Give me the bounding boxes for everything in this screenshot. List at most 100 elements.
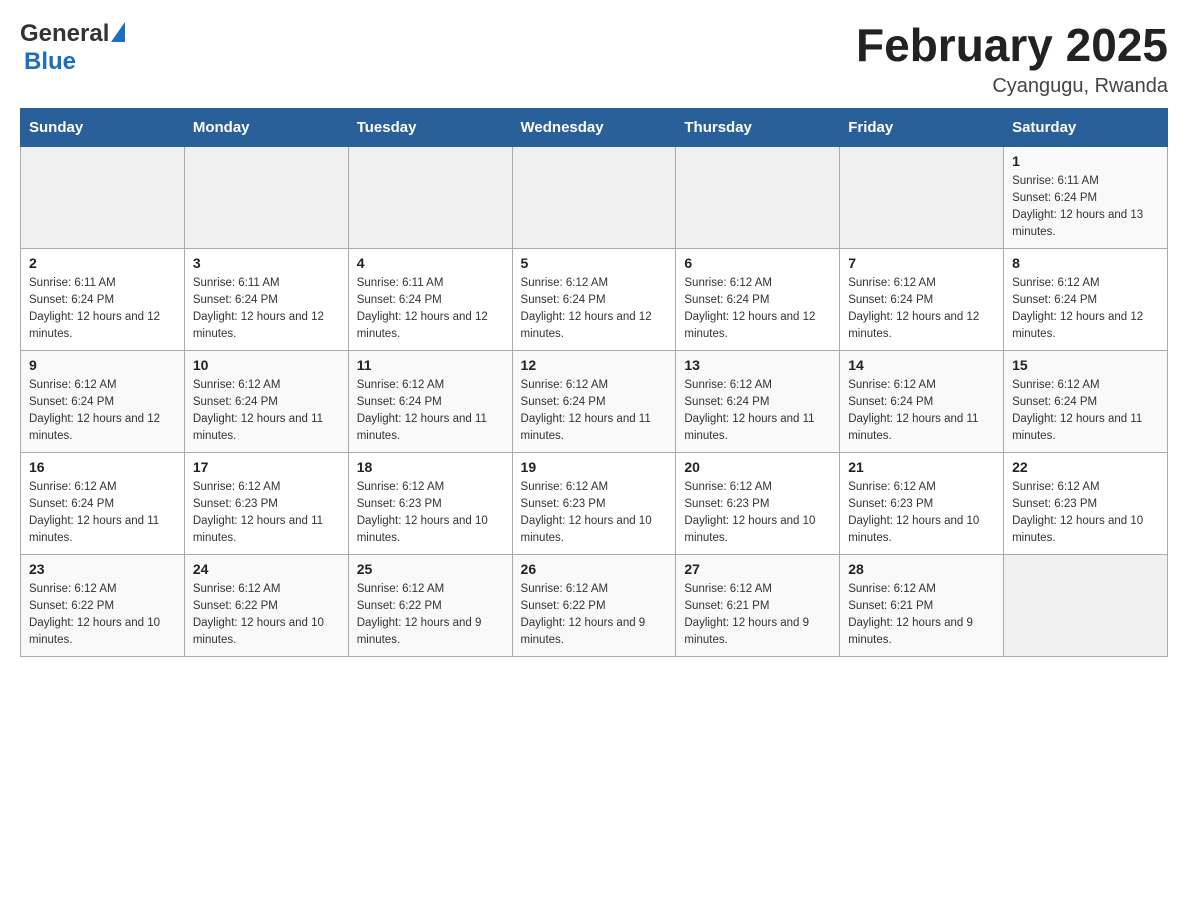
day-number: 21 [848, 459, 995, 475]
calendar-cell: 11 Sunrise: 6:12 AM Sunset: 6:24 PM Dayli… [348, 350, 512, 452]
calendar-cell: 3 Sunrise: 6:11 AM Sunset: 6:24 PM Daylig… [184, 248, 348, 350]
day-info: Sunrise: 6:11 AM Sunset: 6:24 PM Dayligh… [193, 275, 340, 344]
calendar-week-row: 2 Sunrise: 6:11 AM Sunset: 6:24 PM Daylig… [21, 248, 1168, 350]
calendar-cell: 5Sunrise: 6:12 AM Sunset: 6:24 PM Daylig… [512, 248, 676, 350]
calendar-cell: 24 Sunrise: 6:12 AM Sunset: 6:22 PM Dayli… [184, 554, 348, 656]
calendar-cell [512, 146, 676, 248]
day-info: Sunrise: 6:12 AM Sunset: 6:23 PM Dayligh… [684, 479, 831, 548]
weekday-header-row: SundayMondayTuesdayWednesdayThursdayFrid… [21, 108, 1168, 146]
calendar-week-row: 9 Sunrise: 6:12 AM Sunset: 6:24 PM Daylig… [21, 350, 1168, 452]
day-number: 8 [1012, 255, 1159, 271]
day-number: 24 [193, 561, 340, 577]
day-number: 4 [357, 255, 504, 271]
logo-triangle-icon [111, 22, 125, 42]
weekday-header-tuesday: Tuesday [348, 108, 512, 146]
calendar-cell: 27 Sunrise: 6:12 AM Sunset: 6:21 PM Dayli… [676, 554, 840, 656]
calendar-cell: 15 Sunrise: 6:12 AM Sunset: 6:24 PM Dayli… [1004, 350, 1168, 452]
day-info: Sunrise: 6:12 AM Sunset: 6:24 PM Dayligh… [1012, 377, 1159, 446]
calendar-week-row: 23Sunrise: 6:12 AM Sunset: 6:22 PM Dayli… [21, 554, 1168, 656]
day-number: 6 [684, 255, 831, 271]
day-info: Sunrise: 6:12 AM Sunset: 6:22 PM Dayligh… [357, 581, 504, 650]
calendar-table: SundayMondayTuesdayWednesdayThursdayFrid… [20, 108, 1168, 657]
day-number: 22 [1012, 459, 1159, 475]
calendar-cell: 8 Sunrise: 6:12 AM Sunset: 6:24 PM Daylig… [1004, 248, 1168, 350]
weekday-header-wednesday: Wednesday [512, 108, 676, 146]
day-info: Sunrise: 6:12 AM Sunset: 6:24 PM Dayligh… [848, 377, 995, 446]
day-number: 15 [1012, 357, 1159, 373]
day-number: 3 [193, 255, 340, 271]
day-number: 19 [521, 459, 668, 475]
day-info: Sunrise: 6:12 AM Sunset: 6:22 PM Dayligh… [29, 581, 176, 650]
day-info: Sunrise: 6:11 AM Sunset: 6:24 PM Dayligh… [29, 275, 176, 344]
calendar-cell: 6 Sunrise: 6:12 AM Sunset: 6:24 PM Daylig… [676, 248, 840, 350]
day-number: 10 [193, 357, 340, 373]
calendar-cell: 28 Sunrise: 6:12 AM Sunset: 6:21 PM Dayli… [840, 554, 1004, 656]
day-number: 12 [521, 357, 668, 373]
calendar-cell: 19 Sunrise: 6:12 AM Sunset: 6:23 PM Dayli… [512, 452, 676, 554]
calendar-cell: 13 Sunrise: 6:12 AM Sunset: 6:24 PM Dayli… [676, 350, 840, 452]
calendar-cell: 23Sunrise: 6:12 AM Sunset: 6:22 PM Dayli… [21, 554, 185, 656]
day-number: 17 [193, 459, 340, 475]
calendar-week-row: 16 Sunrise: 6:12 AM Sunset: 6:24 PM Dayli… [21, 452, 1168, 554]
day-info: Sunrise: 6:11 AM Sunset: 6:24 PM Dayligh… [357, 275, 504, 344]
day-info: Sunrise: 6:12 AM Sunset: 6:24 PM Dayligh… [29, 479, 176, 548]
day-info: Sunrise: 6:12 AM Sunset: 6:24 PM Dayligh… [1012, 275, 1159, 344]
day-number: 13 [684, 357, 831, 373]
calendar-cell [21, 146, 185, 248]
day-info: Sunrise: 6:12 AM Sunset: 6:23 PM Dayligh… [848, 479, 995, 548]
calendar-cell: 9 Sunrise: 6:12 AM Sunset: 6:24 PM Daylig… [21, 350, 185, 452]
day-number: 25 [357, 561, 504, 577]
location-subtitle: Cyangugu, Rwanda [856, 75, 1168, 98]
day-number: 16 [29, 459, 176, 475]
calendar-cell: 14 Sunrise: 6:12 AM Sunset: 6:24 PM Dayli… [840, 350, 1004, 452]
day-info: Sunrise: 6:12 AM Sunset: 6:23 PM Dayligh… [357, 479, 504, 548]
calendar-cell: 1Sunrise: 6:11 AM Sunset: 6:24 PM Daylig… [1004, 146, 1168, 248]
calendar-cell: 16 Sunrise: 6:12 AM Sunset: 6:24 PM Dayli… [21, 452, 185, 554]
page-header: General Blue February 2025 Cyangugu, Rwa… [20, 20, 1168, 98]
day-number: 7 [848, 255, 995, 271]
calendar-cell [348, 146, 512, 248]
month-title: February 2025 [856, 20, 1168, 71]
weekday-header-thursday: Thursday [676, 108, 840, 146]
day-info: Sunrise: 6:12 AM Sunset: 6:24 PM Dayligh… [521, 377, 668, 446]
day-info: Sunrise: 6:12 AM Sunset: 6:24 PM Dayligh… [684, 275, 831, 344]
logo-general-text: General [20, 20, 109, 48]
calendar-cell: 17Sunrise: 6:12 AM Sunset: 6:23 PM Dayli… [184, 452, 348, 554]
calendar-cell: 18 Sunrise: 6:12 AM Sunset: 6:23 PM Dayli… [348, 452, 512, 554]
day-number: 28 [848, 561, 995, 577]
calendar-cell: 21 Sunrise: 6:12 AM Sunset: 6:23 PM Dayli… [840, 452, 1004, 554]
calendar-cell [1004, 554, 1168, 656]
calendar-cell: 12 Sunrise: 6:12 AM Sunset: 6:24 PM Dayli… [512, 350, 676, 452]
day-number: 27 [684, 561, 831, 577]
calendar-cell: 25 Sunrise: 6:12 AM Sunset: 6:22 PM Dayli… [348, 554, 512, 656]
day-info: Sunrise: 6:12 AM Sunset: 6:21 PM Dayligh… [684, 581, 831, 650]
calendar-cell [184, 146, 348, 248]
calendar-cell: 4 Sunrise: 6:11 AM Sunset: 6:24 PM Daylig… [348, 248, 512, 350]
day-info: Sunrise: 6:12 AM Sunset: 6:23 PM Dayligh… [521, 479, 668, 548]
calendar-cell: 20 Sunrise: 6:12 AM Sunset: 6:23 PM Dayli… [676, 452, 840, 554]
day-info: Sunrise: 6:12 AM Sunset: 6:22 PM Dayligh… [193, 581, 340, 650]
day-info: Sunrise: 6:11 AM Sunset: 6:24 PM Dayligh… [1012, 173, 1159, 242]
day-info: Sunrise: 6:12 AM Sunset: 6:21 PM Dayligh… [848, 581, 995, 650]
day-info: Sunrise: 6:12 AM Sunset: 6:24 PM Dayligh… [848, 275, 995, 344]
day-info: Sunrise: 6:12 AM Sunset: 6:24 PM Dayligh… [29, 377, 176, 446]
weekday-header-monday: Monday [184, 108, 348, 146]
calendar-cell: 10Sunrise: 6:12 AM Sunset: 6:24 PM Dayli… [184, 350, 348, 452]
weekday-header-friday: Friday [840, 108, 1004, 146]
title-area: February 2025 Cyangugu, Rwanda [856, 20, 1168, 98]
day-number: 26 [521, 561, 668, 577]
day-info: Sunrise: 6:12 AM Sunset: 6:24 PM Dayligh… [357, 377, 504, 446]
calendar-cell: 2 Sunrise: 6:11 AM Sunset: 6:24 PM Daylig… [21, 248, 185, 350]
weekday-header-sunday: Sunday [21, 108, 185, 146]
day-info: Sunrise: 6:12 AM Sunset: 6:22 PM Dayligh… [521, 581, 668, 650]
day-number: 11 [357, 357, 504, 373]
day-number: 14 [848, 357, 995, 373]
calendar-cell: 22Sunrise: 6:12 AM Sunset: 6:23 PM Dayli… [1004, 452, 1168, 554]
calendar-cell: 26 Sunrise: 6:12 AM Sunset: 6:22 PM Dayli… [512, 554, 676, 656]
day-number: 9 [29, 357, 176, 373]
weekday-header-saturday: Saturday [1004, 108, 1168, 146]
day-number: 20 [684, 459, 831, 475]
day-number: 2 [29, 255, 176, 271]
day-number: 18 [357, 459, 504, 475]
day-info: Sunrise: 6:12 AM Sunset: 6:24 PM Dayligh… [684, 377, 831, 446]
